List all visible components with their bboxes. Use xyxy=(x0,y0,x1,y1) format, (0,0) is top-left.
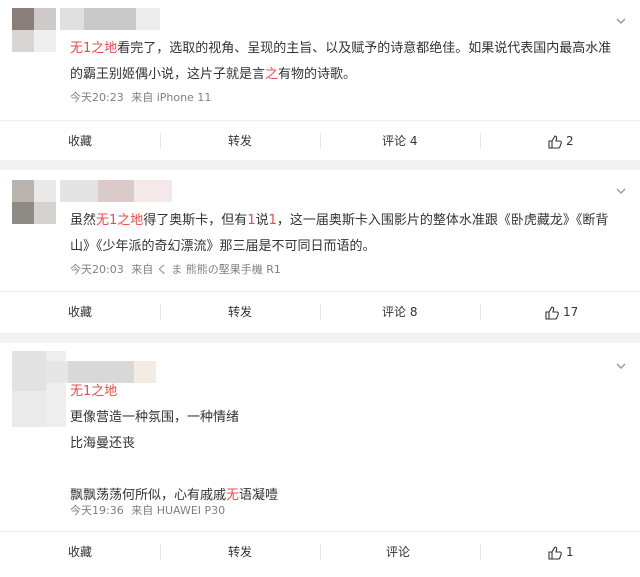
comment-button[interactable]: 评论 8 xyxy=(382,292,417,332)
share-button[interactable]: 转发 xyxy=(228,121,252,161)
mention-link[interactable]: 无1之地 xyxy=(70,41,117,56)
thumbs-up-icon xyxy=(545,305,559,320)
mention-link[interactable]: 无1之地 xyxy=(70,384,117,399)
mention-link[interactable]: 无1之地 xyxy=(96,213,143,228)
source: 来自 く ま 熊熊の堅果手機 R1 xyxy=(131,263,281,276)
comment-text: 无1之地看完了，选取的视角、呈现的主旨、以及赋予的诗意都绝佳。如果说代表国内最高… xyxy=(70,41,612,82)
like-button[interactable]: 17 xyxy=(545,292,578,332)
comment-meta: 今天20:03 来自 く ま 熊熊の堅果手機 R1 xyxy=(70,261,281,277)
thumbs-up-icon xyxy=(548,545,562,560)
like-button[interactable]: 1 xyxy=(548,532,574,572)
like-button[interactable]: 2 xyxy=(548,121,574,161)
comment-text: 虽然无1之地得了奥斯卡，但有1说1，这一届奥斯卡入围影片的整体水准跟《卧虎藏龙》… xyxy=(70,213,609,254)
comment-meta: 今天20:23 来自 iPhone 11 xyxy=(70,89,211,105)
collect-button[interactable]: 收藏 xyxy=(68,292,92,332)
share-button[interactable]: 转发 xyxy=(228,292,252,332)
timestamp: 今天19:36 xyxy=(70,504,124,517)
comment-meta: 今天19:36 来自 HUAWEI P30 xyxy=(70,502,225,518)
timestamp: 今天20:23 xyxy=(70,91,124,104)
collect-button[interactable]: 收藏 xyxy=(68,121,92,161)
source: 来自 iPhone 11 xyxy=(131,91,212,104)
comment-card-3: 无1之地 更像营造一种氛围，一种情绪 比海曼还丧 飘飘荡荡何所似，心有戚戚无语凝… xyxy=(0,343,640,577)
action-bar: 收藏 转发 评论 8 17 xyxy=(0,291,640,332)
comment-text: 无1之地 更像营造一种氛围，一种情绪 比海曼还丧 飘飘荡荡何所似，心有戚戚无语凝… xyxy=(70,384,279,503)
chevron-down-icon[interactable] xyxy=(616,361,626,371)
username[interactable] xyxy=(60,8,160,30)
timestamp: 今天20:03 xyxy=(70,263,124,276)
collect-button[interactable]: 收藏 xyxy=(68,532,92,572)
action-bar: 收藏 转发 评论 4 2 xyxy=(0,120,640,161)
source: 来自 HUAWEI P30 xyxy=(131,504,226,517)
comment-button[interactable]: 评论 xyxy=(386,532,410,572)
chevron-down-icon[interactable] xyxy=(616,186,626,196)
share-button[interactable]: 转发 xyxy=(228,532,252,572)
comment-card-1: 无1之地看完了，选取的视角、呈现的主旨、以及赋予的诗意都绝佳。如果说代表国内最高… xyxy=(0,0,640,160)
avatar[interactable] xyxy=(12,180,56,224)
action-bar: 收藏 转发 评论 1 xyxy=(0,531,640,572)
comment-button[interactable]: 评论 4 xyxy=(382,121,417,161)
chevron-down-icon[interactable] xyxy=(616,16,626,26)
avatar[interactable] xyxy=(12,8,56,52)
username[interactable] xyxy=(60,180,172,202)
thumbs-up-icon xyxy=(548,134,562,149)
comment-card-2: 虽然无1之地得了奥斯卡，但有1说1，这一届奥斯卡入围影片的整体水准跟《卧虎藏龙》… xyxy=(0,170,640,340)
